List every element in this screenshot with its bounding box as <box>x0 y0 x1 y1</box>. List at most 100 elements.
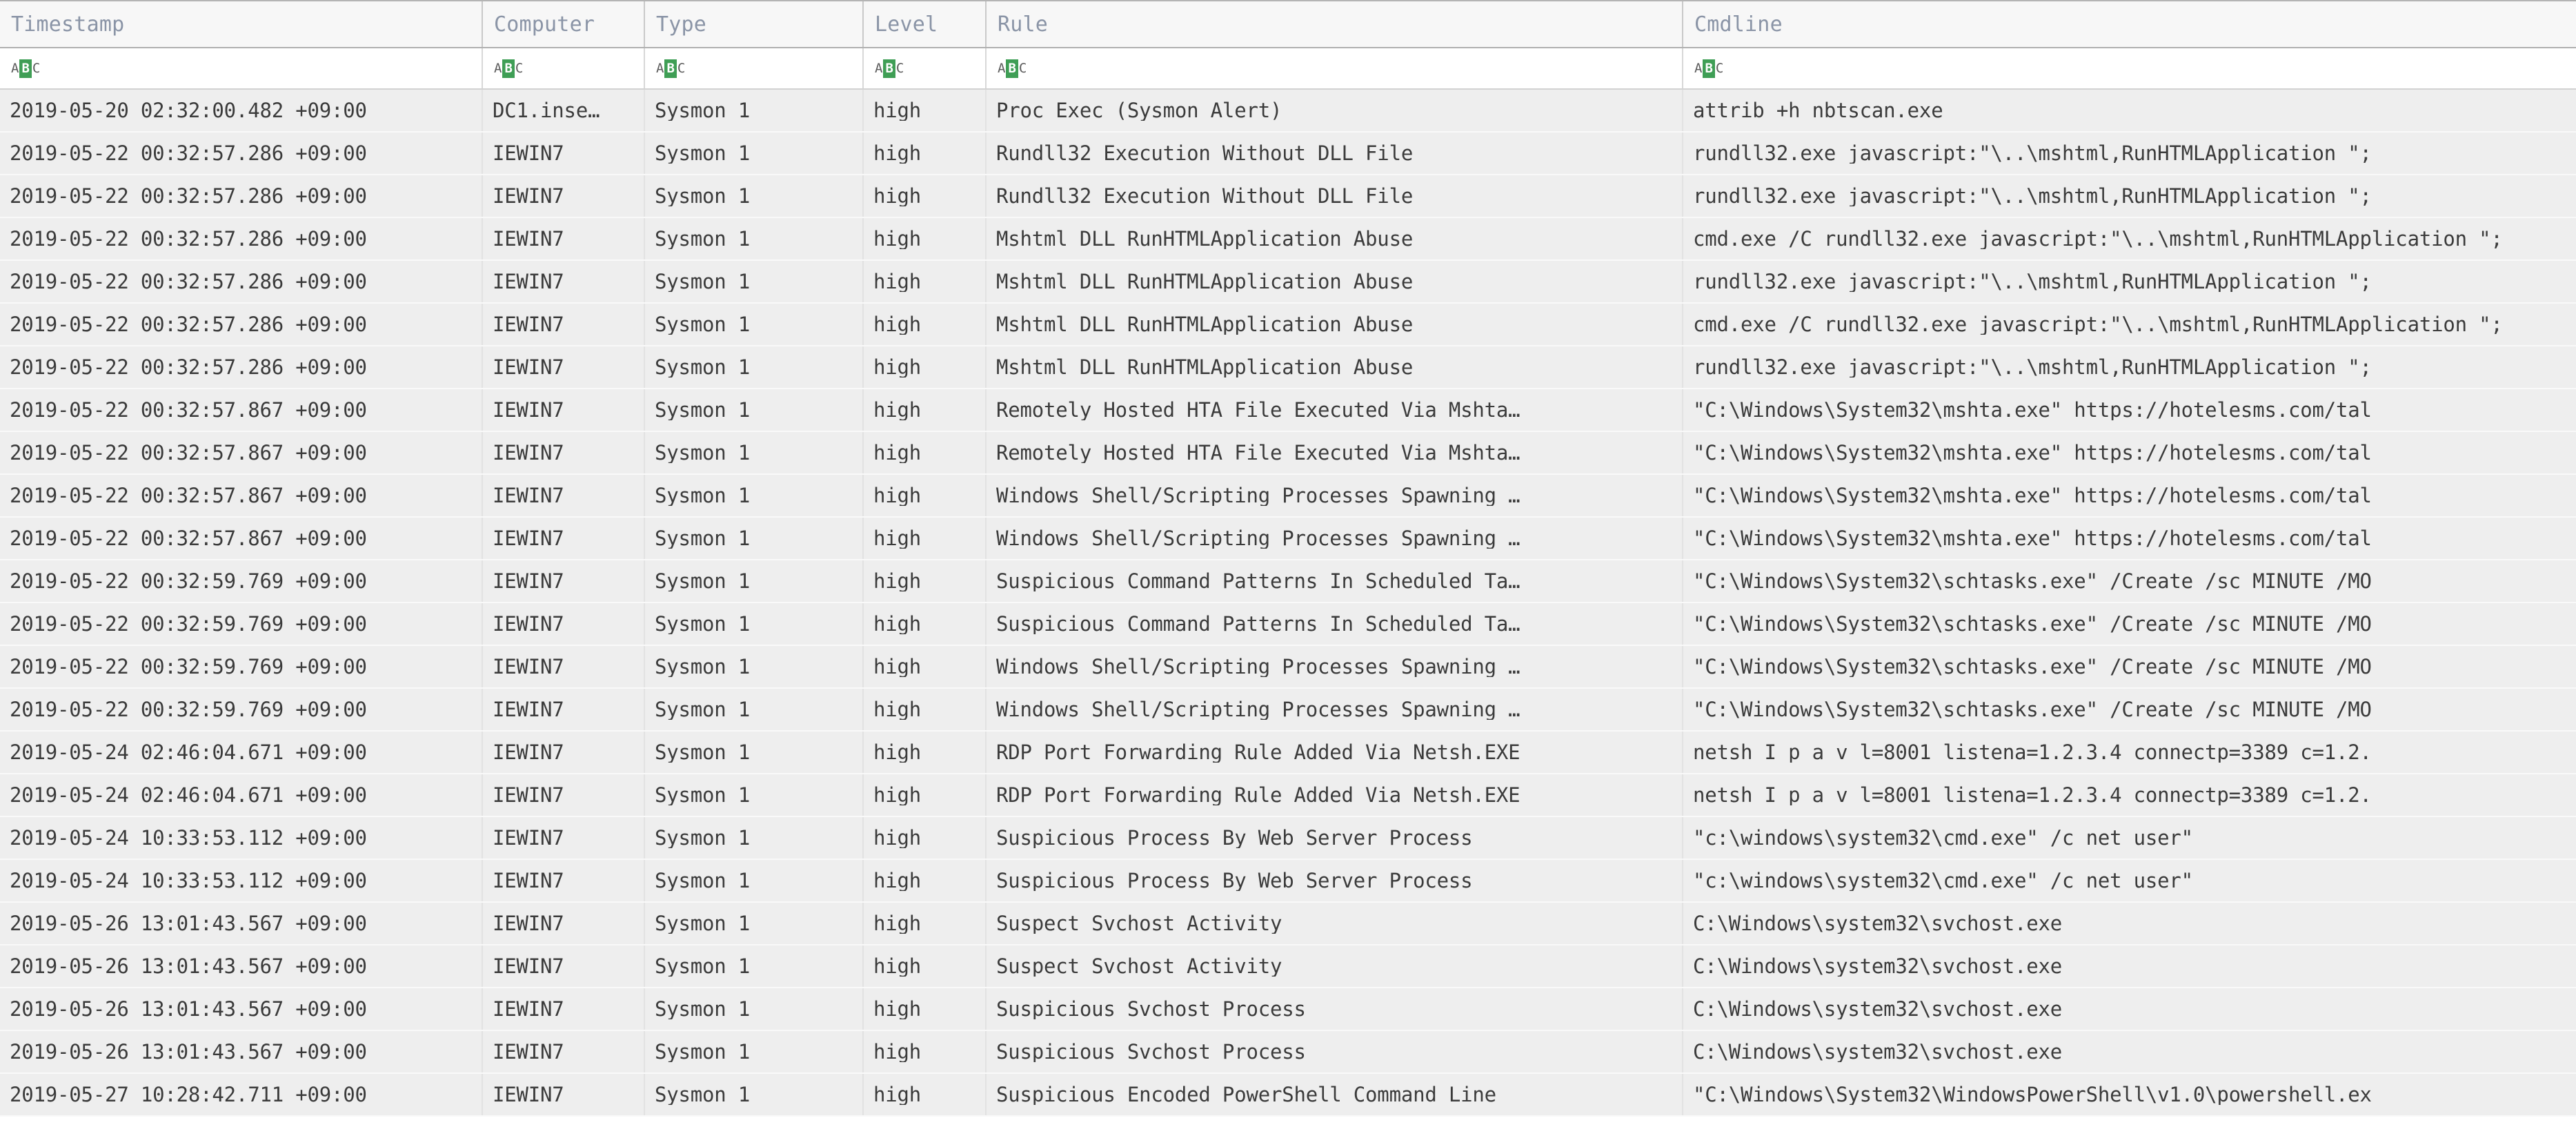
cell-rule[interactable]: Suspicious Encoded PowerShell Command Li… <box>987 1074 1683 1115</box>
cell-timestamp[interactable]: 2019-05-22 00:32:57.286 +09:00 <box>0 346 483 388</box>
cell-cmdline[interactable]: "c:\windows\system32\cmd.exe" /c net use… <box>1683 817 2576 859</box>
cell-timestamp[interactable]: 2019-05-20 02:32:00.482 +09:00 <box>0 90 483 131</box>
cell-rule[interactable]: Proc Exec (Sysmon Alert) <box>987 90 1683 131</box>
cell-type[interactable]: Sysmon 1 <box>645 945 864 987</box>
cell-timestamp[interactable]: 2019-05-22 00:32:57.286 +09:00 <box>0 133 483 174</box>
cell-type[interactable]: Sysmon 1 <box>645 646 864 687</box>
cell-rule[interactable]: Suspicious Command Patterns In Scheduled… <box>987 560 1683 602</box>
cell-type[interactable]: Sysmon 1 <box>645 304 864 345</box>
filter-cell-timestamp[interactable]: ABC <box>0 48 483 88</box>
cell-timestamp[interactable]: 2019-05-24 02:46:04.671 +09:00 <box>0 774 483 816</box>
table-row[interactable]: 2019-05-22 00:32:59.769 +09:00 IEWIN7 Sysm… <box>0 560 2576 603</box>
column-header-cmdline[interactable]: Cmdline <box>1683 1 2576 47</box>
cell-level[interactable]: high <box>864 304 987 345</box>
cell-type[interactable]: Sysmon 1 <box>645 218 864 259</box>
cell-rule[interactable]: Suspicious Command Patterns In Scheduled… <box>987 603 1683 645</box>
cell-cmdline[interactable]: "C:\Windows\System32\schtasks.exe" /Crea… <box>1683 603 2576 645</box>
cell-type[interactable]: Sysmon 1 <box>645 1074 864 1115</box>
cell-type[interactable]: Sysmon 1 <box>645 732 864 773</box>
cell-cmdline[interactable]: cmd.exe /C rundll32.exe javascript:"\..\… <box>1683 218 2576 259</box>
table-row[interactable]: 2019-05-26 13:01:43.567 +09:00 IEWIN7 Sysm… <box>0 1031 2576 1074</box>
cell-computer[interactable]: IEWIN7 <box>483 689 645 730</box>
table-row[interactable]: 2019-05-22 00:32:57.286 +09:00 IEWIN7 Sysm… <box>0 261 2576 304</box>
cell-computer[interactable]: IEWIN7 <box>483 432 645 473</box>
cell-rule[interactable]: Mshtml DLL RunHTMLApplication Abuse <box>987 346 1683 388</box>
cell-computer[interactable]: IEWIN7 <box>483 817 645 859</box>
cell-computer[interactable]: IEWIN7 <box>483 860 645 901</box>
cell-rule[interactable]: Windows Shell/Scripting Processes Spawni… <box>987 689 1683 730</box>
cell-level[interactable]: high <box>864 817 987 859</box>
cell-timestamp[interactable]: 2019-05-27 10:28:42.711 +09:00 <box>0 1074 483 1115</box>
cell-cmdline[interactable]: "C:\Windows\System32\mshta.exe" https://… <box>1683 475 2576 516</box>
filter-cell-computer[interactable]: ABC <box>483 48 645 88</box>
cell-timestamp[interactable]: 2019-05-22 00:32:57.867 +09:00 <box>0 432 483 473</box>
filter-cell-type[interactable]: ABC <box>645 48 864 88</box>
cell-computer[interactable]: IEWIN7 <box>483 1074 645 1115</box>
table-row[interactable]: 2019-05-26 13:01:43.567 +09:00 IEWIN7 Sysm… <box>0 945 2576 988</box>
cell-level[interactable]: high <box>864 646 987 687</box>
table-row[interactable]: 2019-05-22 00:32:57.286 +09:00 IEWIN7 Sysm… <box>0 133 2576 175</box>
cell-rule[interactable]: RDP Port Forwarding Rule Added Via Netsh… <box>987 732 1683 773</box>
cell-timestamp[interactable]: 2019-05-26 13:01:43.567 +09:00 <box>0 945 483 987</box>
cell-level[interactable]: high <box>864 603 987 645</box>
cell-level[interactable]: high <box>864 1074 987 1115</box>
cell-rule[interactable]: Remotely Hosted HTA File Executed Via Ms… <box>987 389 1683 431</box>
table-row[interactable]: 2019-05-22 00:32:59.769 +09:00 IEWIN7 Sysm… <box>0 646 2576 689</box>
cell-computer[interactable]: IEWIN7 <box>483 389 645 431</box>
cell-timestamp[interactable]: 2019-05-24 10:33:53.112 +09:00 <box>0 860 483 901</box>
cell-cmdline[interactable]: "C:\Windows\System32\mshta.exe" https://… <box>1683 518 2576 559</box>
cell-cmdline[interactable]: netsh I p a v l=8001 listena=1.2.3.4 con… <box>1683 732 2576 773</box>
cell-cmdline[interactable]: "C:\Windows\System32\mshta.exe" https://… <box>1683 389 2576 431</box>
abc-text-filter-icon[interactable]: ABC <box>998 59 1027 78</box>
cell-level[interactable]: high <box>864 175 987 217</box>
table-row[interactable]: 2019-05-22 00:32:57.286 +09:00 IEWIN7 Sysm… <box>0 218 2576 261</box>
cell-type[interactable]: Sysmon 1 <box>645 432 864 473</box>
cell-level[interactable]: high <box>864 732 987 773</box>
cell-rule[interactable]: Remotely Hosted HTA File Executed Via Ms… <box>987 432 1683 473</box>
cell-timestamp[interactable]: 2019-05-26 13:01:43.567 +09:00 <box>0 1031 483 1072</box>
cell-rule[interactable]: Suspect Svchost Activity <box>987 903 1683 944</box>
cell-type[interactable]: Sysmon 1 <box>645 903 864 944</box>
cell-cmdline[interactable]: "C:\Windows\System32\schtasks.exe" /Crea… <box>1683 646 2576 687</box>
cell-level[interactable]: high <box>864 560 987 602</box>
cell-cmdline[interactable]: "C:\Windows\System32\schtasks.exe" /Crea… <box>1683 560 2576 602</box>
cell-cmdline[interactable]: rundll32.exe javascript:"\..\mshtml,RunH… <box>1683 133 2576 174</box>
cell-type[interactable]: Sysmon 1 <box>645 689 864 730</box>
cell-rule[interactable]: Suspicious Process By Web Server Process <box>987 817 1683 859</box>
cell-type[interactable]: Sysmon 1 <box>645 475 864 516</box>
cell-computer[interactable]: IEWIN7 <box>483 218 645 259</box>
cell-type[interactable]: Sysmon 1 <box>645 603 864 645</box>
cell-cmdline[interactable]: netsh I p a v l=8001 listena=1.2.3.4 con… <box>1683 774 2576 816</box>
cell-level[interactable]: high <box>864 945 987 987</box>
abc-text-filter-icon[interactable]: ABC <box>656 59 685 78</box>
abc-text-filter-icon[interactable]: ABC <box>1694 59 1723 78</box>
table-row[interactable]: 2019-05-26 13:01:43.567 +09:00 IEWIN7 Sysm… <box>0 988 2576 1031</box>
cell-computer[interactable]: IEWIN7 <box>483 133 645 174</box>
cell-rule[interactable]: RDP Port Forwarding Rule Added Via Netsh… <box>987 774 1683 816</box>
cell-timestamp[interactable]: 2019-05-22 00:32:59.769 +09:00 <box>0 560 483 602</box>
cell-timestamp[interactable]: 2019-05-24 02:46:04.671 +09:00 <box>0 732 483 773</box>
cell-computer[interactable]: IEWIN7 <box>483 1031 645 1072</box>
cell-level[interactable]: high <box>864 261 987 302</box>
table-row[interactable]: 2019-05-24 10:33:53.112 +09:00 IEWIN7 Sysm… <box>0 860 2576 903</box>
cell-level[interactable]: high <box>864 903 987 944</box>
abc-text-filter-icon[interactable]: ABC <box>494 59 523 78</box>
table-row[interactable]: 2019-05-24 02:46:04.671 +09:00 IEWIN7 Sysm… <box>0 732 2576 774</box>
cell-rule[interactable]: Rundll32 Execution Without DLL File <box>987 175 1683 217</box>
cell-timestamp[interactable]: 2019-05-22 00:32:57.286 +09:00 <box>0 218 483 259</box>
table-row[interactable]: 2019-05-22 00:32:57.286 +09:00 IEWIN7 Sysm… <box>0 304 2576 346</box>
table-row[interactable]: 2019-05-22 00:32:59.769 +09:00 IEWIN7 Sysm… <box>0 603 2576 646</box>
filter-cell-rule[interactable]: ABC <box>987 48 1683 88</box>
cell-rule[interactable]: Windows Shell/Scripting Processes Spawni… <box>987 518 1683 559</box>
cell-rule[interactable]: Mshtml DLL RunHTMLApplication Abuse <box>987 218 1683 259</box>
column-header-rule[interactable]: Rule <box>987 1 1683 47</box>
table-row[interactable]: 2019-05-26 13:01:43.567 +09:00 IEWIN7 Sysm… <box>0 903 2576 945</box>
table-row[interactable]: 2019-05-27 10:28:42.711 +09:00 IEWIN7 Sysm… <box>0 1074 2576 1117</box>
cell-cmdline[interactable]: C:\Windows\system32\svchost.exe <box>1683 1031 2576 1072</box>
cell-timestamp[interactable]: 2019-05-22 00:32:57.286 +09:00 <box>0 261 483 302</box>
column-header-timestamp[interactable]: Timestamp <box>0 1 483 47</box>
cell-type[interactable]: Sysmon 1 <box>645 774 864 816</box>
cell-type[interactable]: Sysmon 1 <box>645 860 864 901</box>
cell-timestamp[interactable]: 2019-05-22 00:32:57.286 +09:00 <box>0 304 483 345</box>
cell-cmdline[interactable]: "c:\windows\system32\cmd.exe" /c net use… <box>1683 860 2576 901</box>
